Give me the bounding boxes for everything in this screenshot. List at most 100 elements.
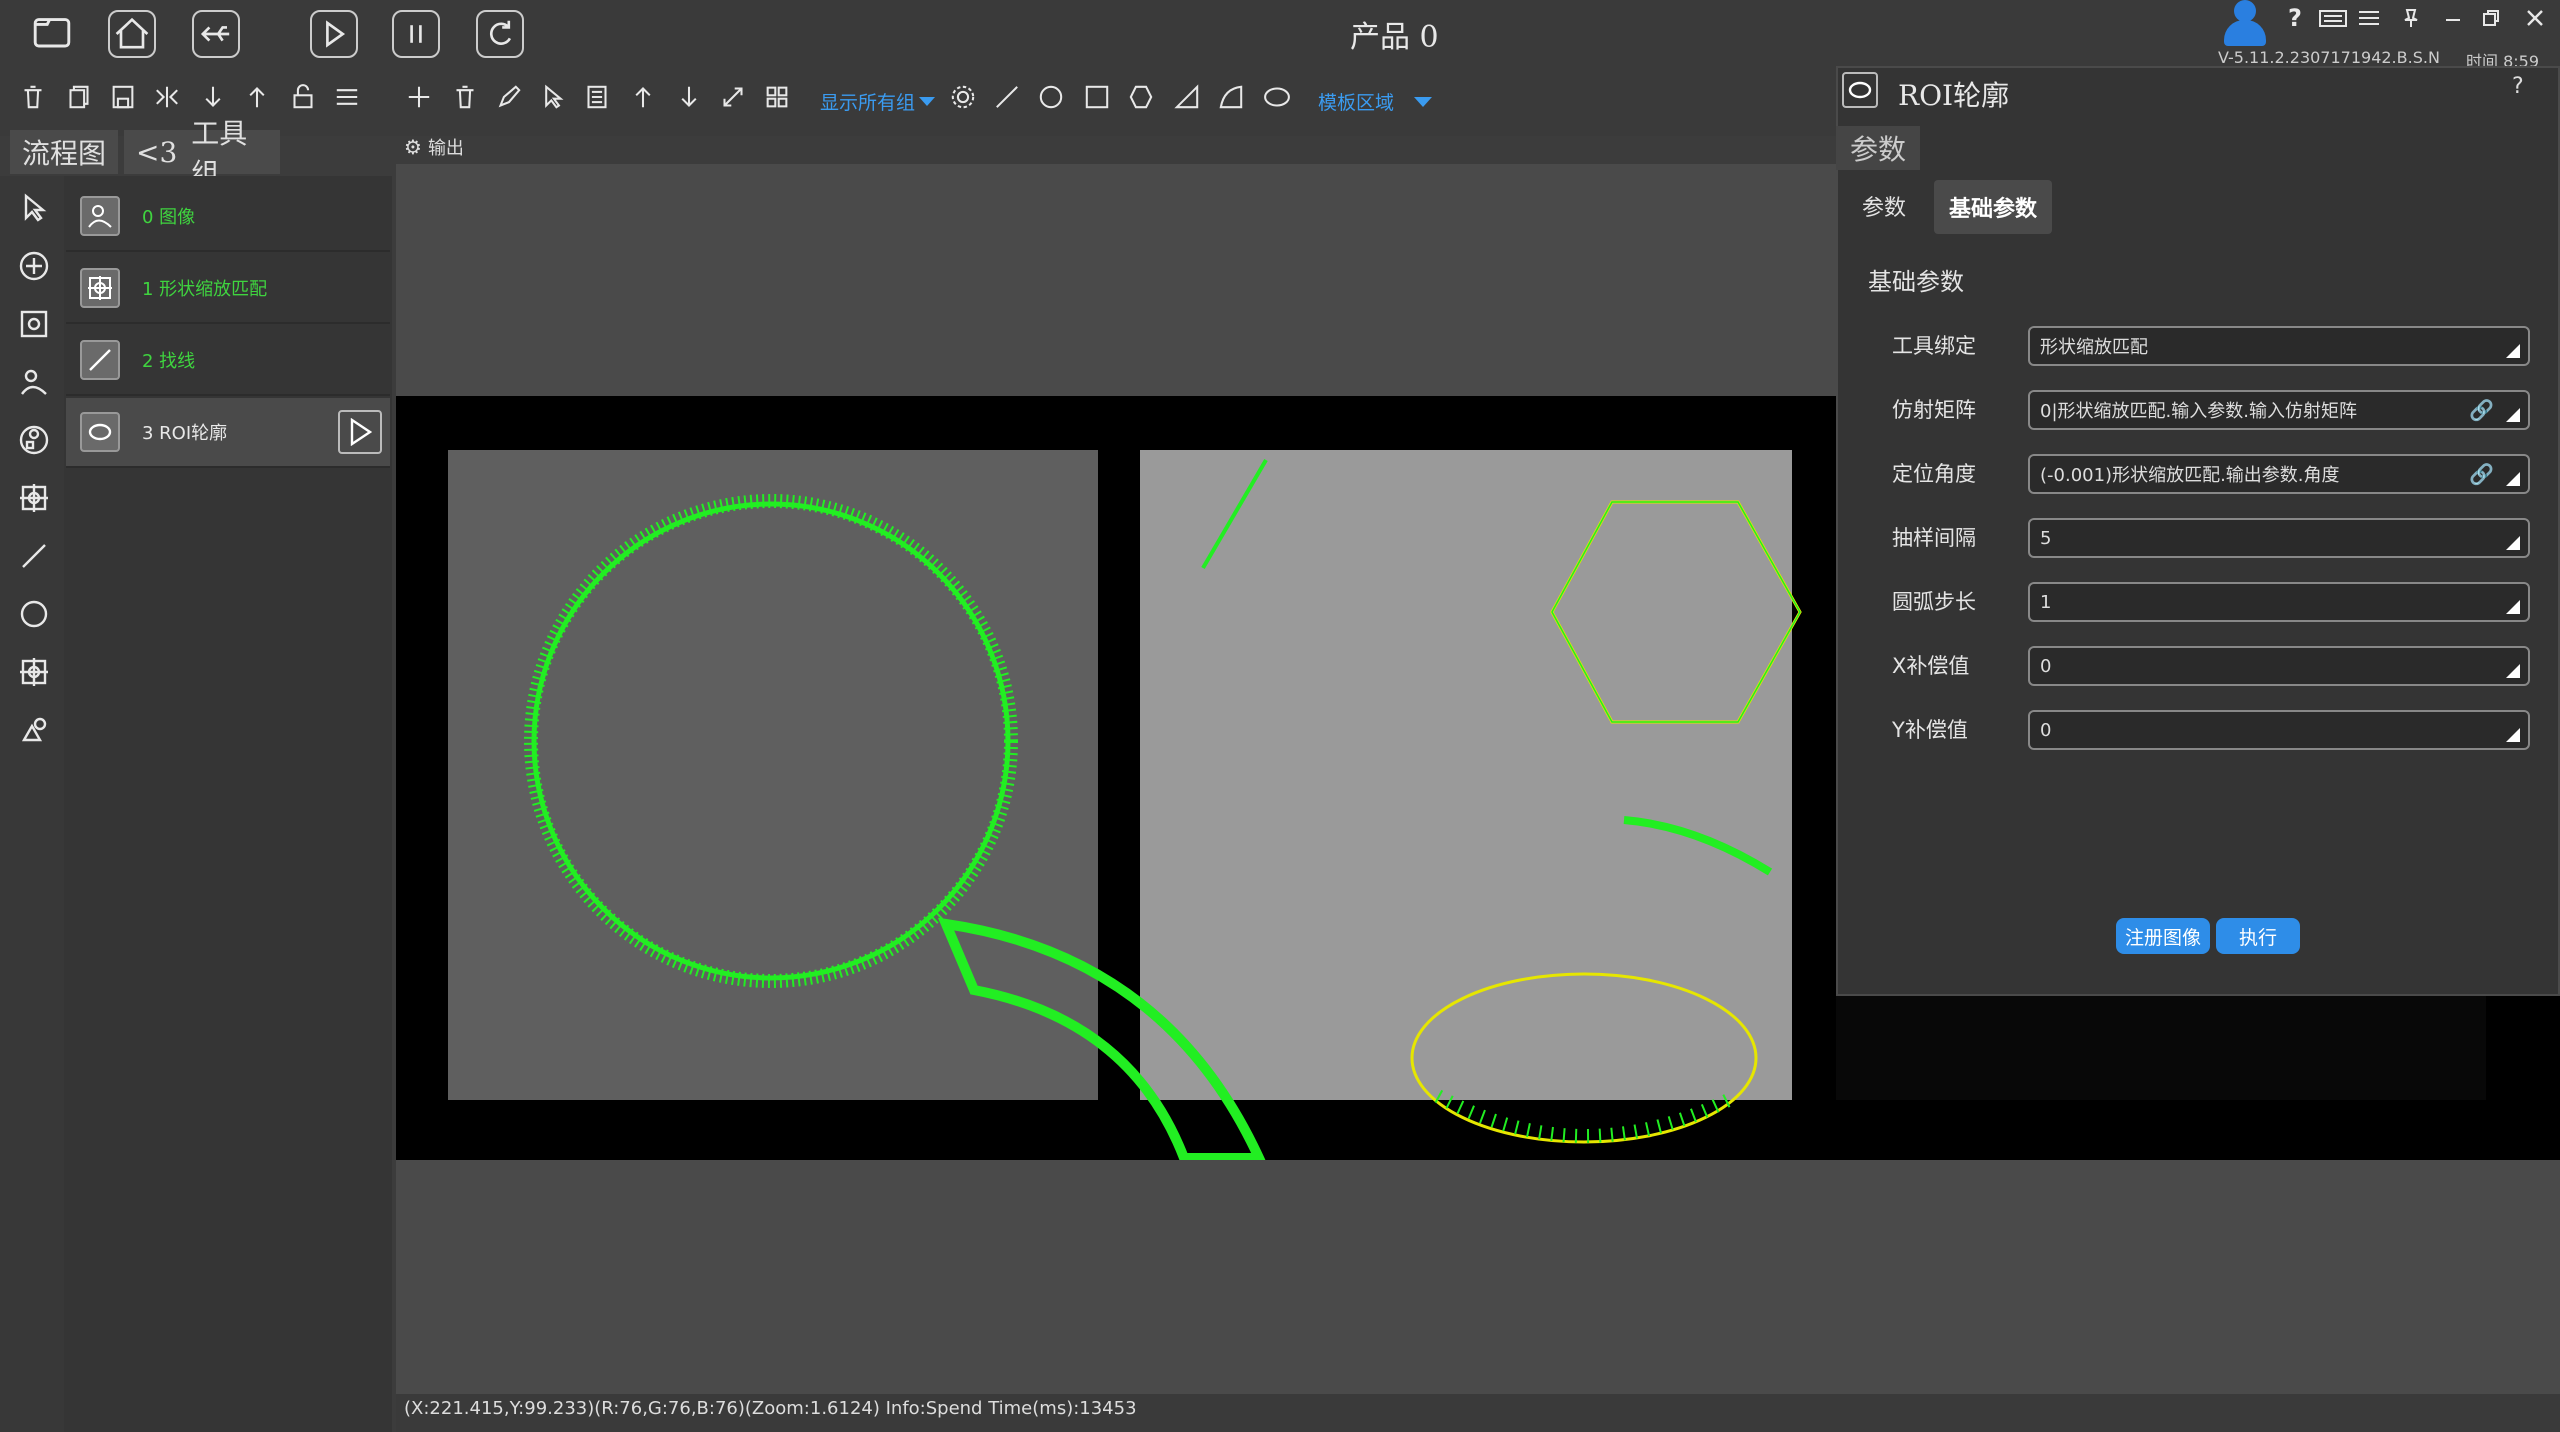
dropdown-arrow-icon[interactable] (2506, 344, 2520, 358)
param-field-value: 形状缩放匹配 (2040, 337, 2148, 358)
home-icon[interactable] (108, 10, 156, 58)
trapezoid-icon[interactable] (1170, 80, 1204, 114)
template-region-dropdown[interactable]: 模板区域 (1318, 88, 1433, 115)
dropdown-arrow-icon[interactable] (2506, 472, 2520, 486)
flow-node-label: 2 找线 (142, 351, 196, 372)
run-label: 执行 (2238, 926, 2277, 949)
circle-icon[interactable] (1034, 80, 1068, 114)
link-icon[interactable]: 🔗 (2469, 462, 2494, 486)
shapes-icon[interactable] (14, 420, 54, 460)
pen-icon[interactable] (492, 80, 526, 114)
dropdown-arrow-icon[interactable] (2506, 600, 2520, 614)
restore-icon[interactable] (2476, 4, 2506, 32)
image-add-icon[interactable] (14, 304, 54, 344)
rect-icon[interactable] (1080, 80, 1114, 114)
keyboard-icon[interactable] (2316, 4, 2350, 32)
group-title: 基础参数 (1868, 268, 1964, 296)
roi-help-icon[interactable]: ? (2512, 74, 2524, 99)
target-icon[interactable] (14, 478, 54, 518)
subtab-basic-params[interactable]: 基础参数 (1934, 180, 2052, 234)
ellipse-icon[interactable] (1260, 80, 1294, 114)
run-button[interactable]: 执行 (2216, 918, 2300, 954)
flow-node-label: 0 图像 (142, 207, 196, 228)
field-label: Y补偿值 (1892, 718, 1968, 742)
tab-toolgroup[interactable]: <3 工具组 (124, 117, 280, 190)
ellipse-icon (1848, 81, 1872, 99)
tab-flowchart[interactable]: 流程图 (10, 130, 118, 174)
help-icon[interactable]: ? (2280, 2, 2310, 34)
menu-icon[interactable] (330, 80, 364, 114)
refresh-icon[interactable] (476, 10, 524, 58)
dropdown-arrow-icon[interactable] (2506, 664, 2520, 678)
param-field[interactable]: 形状缩放匹配 (2028, 326, 2530, 366)
split-icon[interactable] (150, 80, 184, 114)
resize-icon[interactable] (716, 80, 750, 114)
param-field[interactable]: (-0.001)形状缩放匹配.输出参数.角度 🔗 (2028, 454, 2530, 494)
cursor-icon[interactable] (536, 80, 570, 114)
dropdown-arrow-icon[interactable] (2506, 536, 2520, 550)
delete-icon[interactable] (16, 80, 50, 114)
target2-icon[interactable] (14, 652, 54, 692)
flow-node-image[interactable]: 0 图像 (66, 182, 390, 252)
right-square (1140, 450, 1792, 1100)
flow-node-find-line[interactable]: 2 找线 (66, 326, 390, 396)
param-field-value: 0 (2040, 719, 2052, 741)
cursor-icon[interactable] (14, 188, 54, 228)
gear-icon[interactable] (946, 80, 980, 114)
link-icon[interactable]: 🔗 (2469, 398, 2494, 422)
play-icon[interactable] (310, 10, 358, 58)
up-arrow-icon[interactable] (240, 80, 274, 114)
flow-node-roi-contour[interactable]: 3 ROI轮廓 (66, 398, 390, 468)
output-label: 输出 (427, 138, 464, 159)
line-icon[interactable] (990, 80, 1024, 114)
param-field[interactable]: 1 (2028, 582, 2530, 622)
field-label: 工具绑定 (1892, 334, 1976, 358)
arrow-down-icon[interactable] (672, 80, 706, 114)
circle-tool-icon[interactable] (14, 594, 54, 634)
param-field[interactable]: 0 (2028, 710, 2530, 750)
image-icon[interactable] (14, 362, 54, 402)
dropdown-arrow-icon[interactable] (2506, 728, 2520, 742)
shapes2-icon[interactable] (14, 710, 54, 750)
status-bar: (X:221.415,Y:99.233)(R:76,G:76,B:76)(Zoo… (396, 1394, 2560, 1432)
register-image-button[interactable]: 注册图像 (2116, 918, 2210, 954)
param-field[interactable]: 5 (2028, 518, 2530, 558)
subtab-params-label: 参数 (1862, 196, 1907, 221)
list-icon[interactable] (580, 80, 614, 114)
arc-icon[interactable] (1214, 80, 1248, 114)
hexagon-icon[interactable] (1124, 80, 1158, 114)
output-tab[interactable]: ⚙ 输出 (404, 134, 464, 160)
template-region-label: 模板区域 (1318, 92, 1395, 114)
add-circle-icon[interactable] (14, 246, 54, 286)
minimize-icon[interactable] (2438, 4, 2468, 32)
dropdown-arrow-icon[interactable] (2506, 408, 2520, 422)
image-icon (80, 196, 120, 236)
unlock-icon[interactable] (286, 80, 320, 114)
show-groups-dropdown[interactable]: 显示所有组 (820, 88, 936, 115)
add-icon[interactable] (402, 80, 436, 114)
down-arrow-icon[interactable] (196, 80, 230, 114)
save-icon[interactable] (106, 80, 140, 114)
folder-icon[interactable] (28, 10, 76, 58)
close-icon[interactable] (2520, 4, 2550, 32)
pause-icon[interactable] (392, 10, 440, 58)
usb-icon[interactable] (192, 10, 240, 58)
copy-icon[interactable] (62, 80, 96, 114)
grid-icon[interactable] (760, 80, 794, 114)
register-image-label: 注册图像 (2124, 926, 2201, 949)
list-menu-icon[interactable] (2352, 4, 2386, 32)
param-field[interactable]: 0|形状缩放匹配.输入参数.输入仿射矩阵 🔗 (2028, 390, 2530, 430)
pin-icon[interactable] (2396, 4, 2426, 32)
arrow-up-icon[interactable] (626, 80, 660, 114)
avatar[interactable] (2220, 0, 2270, 48)
param-field-value: 5 (2040, 527, 2052, 549)
trash-icon[interactable] (448, 80, 482, 114)
subtab-params[interactable]: 参数 (1862, 190, 1906, 222)
run-node-button[interactable] (338, 410, 382, 454)
flow-node-shape-match[interactable]: 1 形状缩放匹配 (66, 254, 390, 324)
version-label: V-5.11.2.2307171942.B.S.N (2218, 48, 2440, 67)
param-field[interactable]: 0 (2028, 646, 2530, 686)
roi-section-tab[interactable]: 参数 (1836, 126, 1920, 170)
field-label: 圆弧步长 (1892, 590, 1976, 614)
line-tool-icon[interactable] (14, 536, 54, 576)
